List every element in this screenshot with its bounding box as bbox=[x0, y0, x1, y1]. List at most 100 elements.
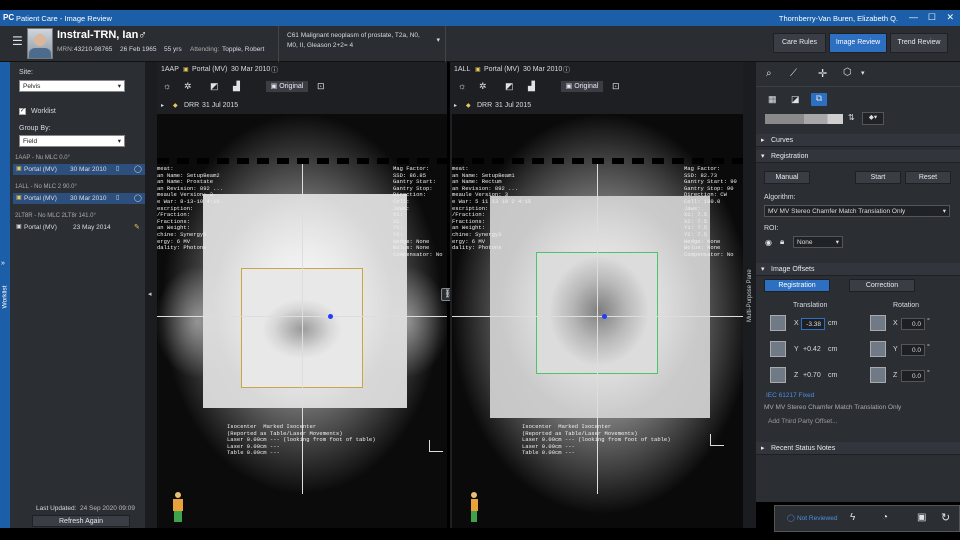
isocenter-info: Isocenter Marked Isocenter (Reported as … bbox=[227, 423, 376, 457]
histogram-icon[interactable]: ▟ bbox=[233, 81, 240, 92]
mrn-label: MRN: bbox=[57, 46, 74, 53]
translation-x-input[interactable]: -3.38 bbox=[801, 318, 825, 330]
double-chevron-icon: » bbox=[1, 260, 5, 267]
unit-label: ° bbox=[927, 344, 930, 351]
list-item-label: Portal (MV) bbox=[24, 224, 57, 231]
image-viewport[interactable]: meat: an Name: SetupBeam2 an Name: Prost… bbox=[157, 114, 447, 528]
translation-z-value[interactable]: +0.70 bbox=[803, 372, 821, 379]
groupby-value: Field bbox=[23, 138, 38, 145]
add-third-party-offset[interactable]: Add Third Party Offset... bbox=[768, 418, 838, 425]
roi-select[interactable]: None ▾ bbox=[793, 236, 843, 248]
rotate-x-icon bbox=[870, 315, 886, 331]
swap-icon[interactable]: ⇅ bbox=[848, 113, 855, 122]
refresh-icon[interactable]: ↻ bbox=[941, 511, 950, 524]
diagnosis-dropdown[interactable]: C61 Malignant neoplasm of prostate, T2a,… bbox=[278, 26, 446, 62]
multi-purpose-pane-bar[interactable]: Multi-Purpose Pane bbox=[743, 62, 756, 528]
contrast-icon[interactable]: ✲ bbox=[184, 81, 192, 92]
rotation-z-input[interactable]: 0.0 bbox=[901, 370, 925, 382]
tab-correction[interactable]: Correction bbox=[849, 279, 915, 292]
not-reviewed-status[interactable]: Not Reviewed bbox=[797, 515, 837, 522]
unit-label: cm bbox=[828, 346, 838, 353]
worklist-checkbox[interactable]: ✓ bbox=[19, 108, 26, 115]
iec-link[interactable]: IEC 61217 Fixed bbox=[766, 392, 814, 399]
maximize-icon[interactable]: ☐ bbox=[928, 12, 936, 23]
lightning-icon[interactable]: ϟ bbox=[850, 512, 855, 523]
rotate-y-icon bbox=[870, 341, 886, 357]
chevron-down-icon[interactable]: ▾ bbox=[861, 69, 865, 77]
unit-label: ° bbox=[927, 318, 930, 325]
unit-label: cm bbox=[828, 372, 838, 379]
minimize-icon[interactable]: — bbox=[909, 12, 918, 22]
patient-photo bbox=[27, 28, 53, 59]
image-icon: ▣ bbox=[565, 83, 575, 90]
histogram-icon[interactable]: ▟ bbox=[528, 81, 535, 92]
chevron-right-icon[interactable]: ▸ bbox=[161, 102, 164, 109]
manual-button[interactable]: Manual bbox=[764, 171, 810, 184]
overlay-icon[interactable]: ◩ bbox=[210, 81, 219, 92]
contrast-icon[interactable]: ✲ bbox=[479, 81, 487, 92]
rotation-x-input[interactable]: 0.0 bbox=[901, 318, 925, 330]
rotate-icon[interactable]: ⬡ bbox=[843, 67, 852, 78]
curves-section-header[interactable]: ▸ Curves bbox=[756, 134, 960, 147]
list-item[interactable]: ▣ Portal (MV) 23 May 2014 ✎ bbox=[13, 222, 145, 233]
recent-status-notes-header[interactable]: ▸ Recent Status Notes bbox=[756, 442, 960, 455]
measure-icon[interactable]: ⟋ bbox=[790, 68, 797, 79]
brightness-icon[interactable]: ☼ bbox=[458, 81, 466, 91]
groupby-select[interactable]: Field ▾ bbox=[19, 135, 125, 147]
chevron-down-icon: ▾ bbox=[436, 37, 440, 44]
viewer-image-date: 30 Mar 2010 bbox=[523, 66, 563, 73]
close-icon[interactable]: ✕ bbox=[946, 12, 954, 23]
tab-trend-review[interactable]: Trend Review bbox=[890, 33, 948, 53]
overlay-icon[interactable]: ◩ bbox=[505, 81, 514, 92]
translation-y-value[interactable]: +0.42 bbox=[803, 346, 821, 353]
user-name[interactable]: Thornberry-Van Buren, Elizabeth Q. bbox=[779, 14, 898, 23]
worklist-side-label: Worklist bbox=[1, 285, 9, 309]
status-circle-icon: ◯ bbox=[787, 515, 795, 522]
brightness-icon[interactable]: ☼ bbox=[163, 81, 171, 91]
color-select[interactable]: ◆▾ bbox=[862, 112, 884, 125]
list-item[interactable]: ▣ Portal (MV) 30 Mar 2010 ▯ ◯ bbox=[13, 164, 145, 175]
chevron-right-icon[interactable]: ▸ bbox=[454, 102, 457, 109]
registration-section-header[interactable]: ▾ Registration bbox=[756, 150, 960, 163]
info-icon[interactable]: ⓘ bbox=[271, 65, 278, 75]
save-icon[interactable]: ▣ bbox=[917, 512, 926, 523]
algorithm-label: Algorithm: bbox=[764, 194, 796, 201]
rotation-y-input[interactable]: 0.0 bbox=[901, 344, 925, 356]
original-button[interactable]: ▣ Original bbox=[560, 80, 604, 93]
reset-view-icon[interactable]: ⊡ bbox=[612, 81, 620, 92]
list-item[interactable]: ▣ Portal (MV) 30 Mar 2010 ▯ ◯ bbox=[13, 193, 145, 204]
hamburger-menu-icon[interactable]: ☰ bbox=[12, 34, 23, 48]
reset-view-icon[interactable]: ⊡ bbox=[317, 81, 325, 92]
image-offsets-section-header[interactable]: ▾ Image Offsets bbox=[756, 263, 960, 276]
algorithm-select[interactable]: MV MV Stereo Chamfer Match Translation O… bbox=[764, 205, 950, 217]
attending-label: Attending: bbox=[190, 46, 220, 53]
checker-icon[interactable]: ▦ bbox=[768, 94, 777, 105]
start-button[interactable]: Start bbox=[855, 171, 901, 184]
left-collapse-bar[interactable]: ◂ bbox=[145, 62, 157, 528]
translate-z-icon bbox=[770, 367, 786, 383]
portal-image-icon: ▣ bbox=[475, 67, 481, 73]
app-logo: PC bbox=[3, 13, 15, 22]
worklist-side-tab[interactable]: » Worklist bbox=[0, 62, 10, 528]
tab-image-review[interactable]: Image Review bbox=[829, 33, 887, 53]
eye-icon[interactable]: ◉ bbox=[765, 238, 772, 247]
site-select[interactable]: Pelvis ▾ bbox=[19, 80, 125, 92]
split-icon[interactable]: ◪ bbox=[791, 94, 800, 105]
blend-icon[interactable]: ⧉ bbox=[811, 93, 827, 106]
orientation-icon bbox=[429, 440, 443, 452]
refresh-again-button[interactable]: Refresh Again bbox=[32, 515, 130, 527]
pan-icon[interactable]: ✛ bbox=[818, 67, 827, 80]
tab-care-rules[interactable]: Care Rules bbox=[773, 33, 826, 53]
image-viewport[interactable]: meat: an Name: SetupBeam1 an Name: Rectu… bbox=[452, 114, 743, 528]
drr-icon: ◆ bbox=[173, 103, 178, 109]
zoom-icon[interactable]: ⌕ bbox=[766, 68, 772, 79]
list-item-label: Portal (MV) bbox=[24, 195, 57, 202]
blend-slider[interactable] bbox=[765, 114, 843, 124]
reset-button[interactable]: Reset bbox=[905, 171, 951, 184]
clock-icon[interactable]: ◔ bbox=[882, 512, 888, 523]
lock-icon[interactable]: 🔒︎ bbox=[780, 237, 784, 247]
tab-registration[interactable]: Registration bbox=[764, 279, 830, 292]
original-button[interactable]: ▣ Original bbox=[265, 80, 309, 93]
info-icon[interactable]: ⓘ bbox=[563, 65, 570, 75]
registration-label: Registration bbox=[771, 153, 809, 160]
